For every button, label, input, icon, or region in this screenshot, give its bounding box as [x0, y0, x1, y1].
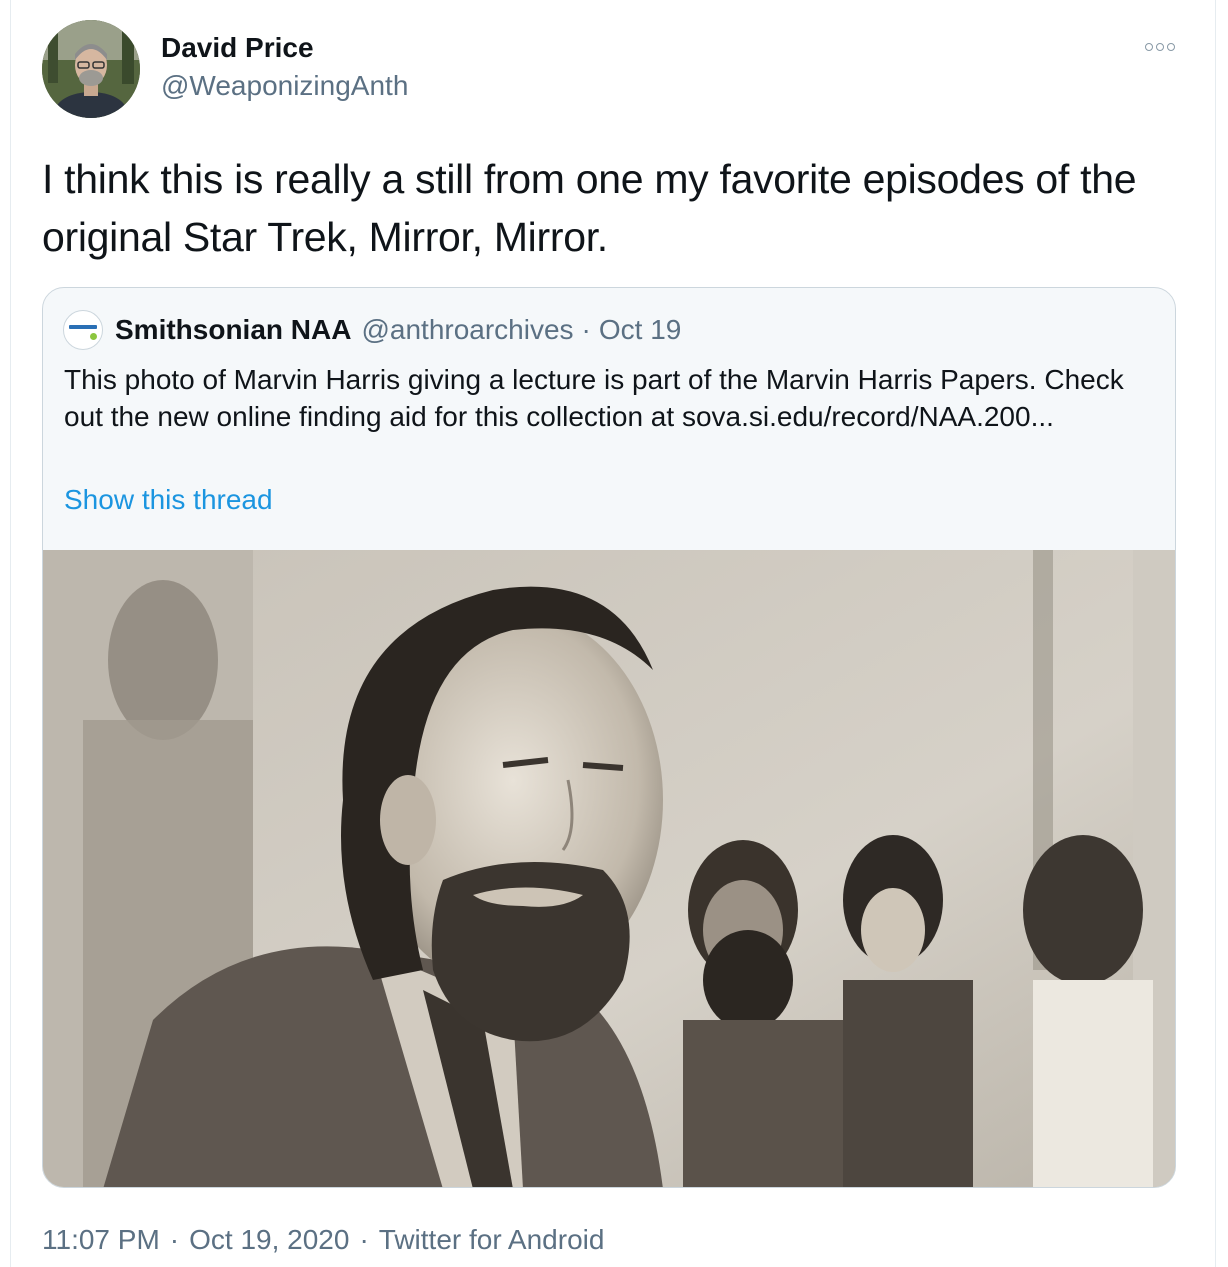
tweet-text: I think this is really a still from one …	[42, 156, 1137, 260]
show-thread-link[interactable]: Show this thread	[64, 484, 273, 516]
logo-text-bar	[69, 325, 97, 329]
author-avatar-image	[42, 20, 140, 118]
author-handle[interactable]: @WeaponizingAnth	[161, 70, 408, 102]
quoted-separator: ·	[581, 314, 591, 345]
page-border-right	[1215, 0, 1216, 1267]
quoted-tweet-text: This photo of Marvin Harris giving a lec…	[64, 364, 1124, 432]
more-options-icon[interactable]	[1138, 36, 1182, 58]
more-dot	[1167, 43, 1175, 51]
page-border-left	[10, 0, 11, 1267]
more-dot	[1156, 43, 1164, 51]
black-and-white-photo-icon	[43, 550, 1175, 1187]
more-dot	[1145, 43, 1153, 51]
footer-separator: ·	[169, 1224, 180, 1255]
quoted-tweet-header: Smithsonian NAA @anthroarchives · Oct 19	[63, 310, 681, 350]
footer-separator: ·	[359, 1224, 369, 1255]
tweet-date[interactable]: Oct 19, 2020	[189, 1224, 349, 1256]
tweet-time[interactable]: 11:07 PM	[42, 1224, 160, 1256]
quoted-author-handle: @anthroarchives	[361, 314, 574, 345]
quoted-author-name: Smithsonian NAA	[115, 314, 352, 345]
author-avatar[interactable]	[42, 20, 140, 118]
quoted-tweet-card[interactable]: Smithsonian NAA @anthroarchives · Oct 19…	[42, 287, 1176, 1188]
logo-dot	[90, 333, 97, 340]
quoted-tweet-photo[interactable]	[43, 550, 1175, 1187]
author-name[interactable]: David Price	[161, 32, 314, 64]
tweet-footer: 11:07 PM · Oct 19, 2020 · Twitter for An…	[42, 1220, 604, 1260]
quoted-date: Oct 19	[598, 314, 682, 345]
tweet-source[interactable]: Twitter for Android	[379, 1224, 605, 1256]
quoted-author-avatar	[63, 310, 103, 350]
